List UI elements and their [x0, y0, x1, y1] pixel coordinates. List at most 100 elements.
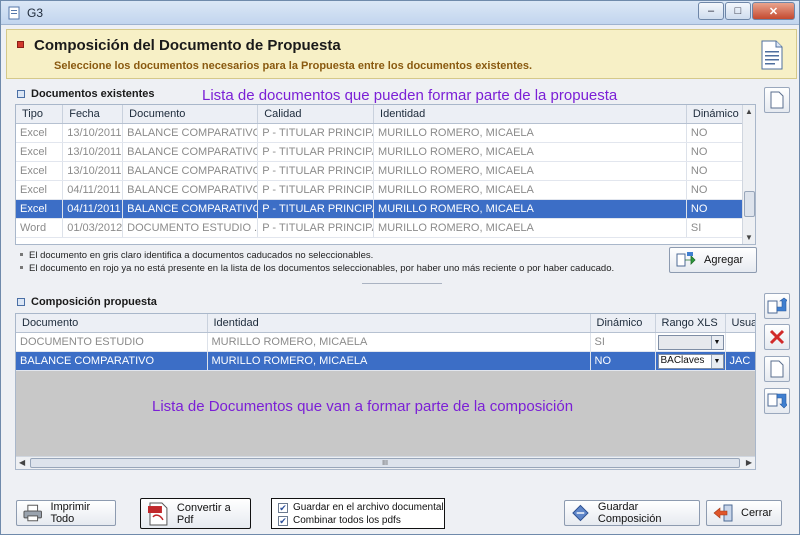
cell-fecha: 01/03/2012	[62, 218, 124, 238]
composition-title: Composición propuesta	[31, 296, 157, 308]
col-documento[interactable]: Documento	[122, 105, 259, 124]
close-button[interactable]: Cerrar	[706, 500, 782, 526]
col-rango-xls[interactable]: Rango XLS	[655, 314, 726, 333]
scroll-left-icon[interactable]: ◀	[19, 458, 25, 467]
header-bullet-icon	[17, 41, 24, 48]
cell-identidad: MURILLO ROMERO, MICAELA	[373, 218, 687, 238]
existing-vertical-scrollbar[interactable]: ▲ ▼	[742, 105, 755, 244]
col-tipo[interactable]: Tipo	[16, 105, 64, 124]
cell-tipo: Excel	[16, 123, 64, 143]
note-text: El documento en gris claro identifica a …	[29, 250, 374, 261]
cell-rango: BAClaves ▼	[655, 351, 726, 371]
table-header-row: Tipo Fecha Documento Calidad Identidad D…	[16, 105, 756, 124]
cell-documento: BALANCE COMPARATIVO...	[122, 142, 259, 162]
existing-docs-title: Documentos existentes	[31, 88, 155, 100]
cell-calidad: P - TITULAR PRINCIPAL	[257, 123, 375, 143]
checkmark-icon: ✔	[278, 515, 288, 526]
save-archive-checkbox[interactable]: ✔ Guardar en el archivo documental	[278, 502, 444, 513]
existing-docs-table: Tipo Fecha Documento Calidad Identidad D…	[16, 105, 756, 238]
scroll-thumb[interactable]: III	[30, 458, 740, 468]
convert-pdf-label: Convertir a Pdf	[176, 501, 231, 526]
composition-horizontal-scrollbar[interactable]: ◀ III ▶	[16, 456, 755, 469]
composition-grid[interactable]: Documento Identidad Dinámico Rango XLS U…	[15, 313, 756, 470]
bullet-icon	[20, 253, 23, 256]
cell-tipo: Excel	[16, 180, 64, 200]
convert-pdf-button[interactable]: Convertir a Pdf	[140, 498, 251, 529]
cell-identidad: MURILLO ROMERO, MICAELA	[373, 199, 687, 219]
rango-select[interactable]: ▼	[657, 334, 724, 350]
section-square-icon	[17, 90, 25, 98]
minimize-button[interactable]: –	[698, 2, 724, 20]
cell-identidad: MURILLO ROMERO, MICAELA	[373, 161, 687, 181]
cell-tipo: Excel	[16, 161, 64, 181]
table-row[interactable]: Excel 13/10/2011 BALANCE COMPARATIVO... P -…	[16, 123, 756, 143]
cell-fecha: 13/10/2011	[62, 161, 124, 181]
save-composition-button[interactable]: Guardar Composición	[564, 500, 700, 526]
combine-pdfs-label: Combinar todos los pdfs	[293, 515, 401, 526]
chevron-down-icon: ▼	[710, 335, 723, 349]
col-fecha[interactable]: Fecha	[62, 105, 124, 124]
title-bar: G3 – □ ✕	[1, 1, 799, 25]
note-item: El documento en rojo ya no está presente…	[20, 262, 614, 275]
cell-documento: BALANCE COMPARATIVO...	[122, 180, 259, 200]
maximize-button[interactable]: □	[725, 2, 751, 20]
cell-tipo: Excel	[16, 142, 64, 162]
print-all-button[interactable]: Imprimir Todo	[16, 500, 116, 526]
section-square-icon	[17, 298, 25, 306]
table-row[interactable]: DOCUMENTO ESTUDIO MURILLO ROMERO, MICAEL…	[16, 332, 755, 352]
composition-annotation: Lista de Documentos que van a formar par…	[152, 398, 574, 415]
window-title: G3	[27, 6, 44, 20]
table-row[interactable]: Excel 13/10/2011 BALANCE COMPARATIVO... P -…	[16, 161, 756, 181]
chevron-down-icon: ▼	[710, 354, 723, 368]
cell-documento: BALANCE COMPARATIVO...	[122, 123, 259, 143]
view-document-button[interactable]	[764, 356, 790, 382]
col-identidad[interactable]: Identidad	[373, 105, 687, 124]
combine-pdfs-checkbox[interactable]: ✔ Combinar todos los pdfs	[278, 515, 401, 526]
composition-header: Composición propuesta	[17, 296, 157, 308]
scroll-up-icon[interactable]: ▲	[745, 107, 753, 116]
table-row[interactable]: Word 01/03/2012 DOCUMENTO ESTUDIO ... P - T…	[16, 218, 756, 238]
delete-x-icon	[769, 329, 785, 345]
scroll-right-icon[interactable]: ▶	[746, 458, 752, 467]
save-composition-label: Guardar Composición	[597, 501, 662, 525]
move-up-button[interactable]	[764, 293, 790, 319]
cell-usuario	[725, 332, 755, 352]
existing-docs-grid[interactable]: Tipo Fecha Documento Calidad Identidad D…	[15, 104, 756, 245]
cell-fecha: 04/11/2011	[62, 199, 124, 219]
close-window-button[interactable]: ✕	[752, 2, 795, 20]
new-document-button[interactable]	[764, 87, 790, 113]
page-title: Composición del Documento de Propuesta	[34, 37, 341, 54]
cell-documento: BALANCE COMPARATIVO...	[122, 199, 259, 219]
table-row[interactable]: Excel 04/11/2011 BALANCE COMPARATIVO... P -…	[16, 180, 756, 200]
cell-fecha: 13/10/2011	[62, 142, 124, 162]
col-documento[interactable]: Documento	[16, 314, 208, 333]
blank-page-icon	[770, 360, 784, 378]
printer-icon	[23, 504, 42, 522]
rango-select[interactable]: BAClaves ▼	[657, 353, 724, 369]
col-dinamico[interactable]: Dinámico	[590, 314, 656, 333]
close-label: Cerrar	[741, 507, 773, 519]
col-calidad[interactable]: Calidad	[257, 105, 375, 124]
legend-notes: El documento en gris claro identifica a …	[20, 249, 614, 275]
table-row-selected[interactable]: BALANCE COMPARATIVO MURILLO ROMERO, MICA…	[16, 351, 755, 371]
print-all-label: Imprimir Todo	[50, 501, 91, 525]
cell-documento: DOCUMENTO ESTUDIO ...	[122, 218, 259, 238]
col-usuario[interactable]: Usuari	[725, 314, 755, 333]
existing-docs-header: Documentos existentes	[17, 88, 154, 100]
add-button[interactable]: Agregar	[669, 247, 757, 273]
remove-button[interactable]	[764, 324, 790, 350]
scroll-down-icon[interactable]: ▼	[745, 233, 753, 242]
pdf-options-group: ✔ Guardar en el archivo documental ✔ Combi…	[271, 498, 445, 529]
table-row-selected[interactable]: Excel 04/11/2011 BALANCE COMPARATIVO... P -…	[16, 199, 756, 219]
composition-table: Documento Identidad Dinámico Rango XLS U…	[16, 314, 755, 371]
table-row[interactable]: Excel 13/10/2011 BALANCE COMPARATIVO... P -…	[16, 142, 756, 162]
cell-dinamico: NO	[590, 351, 656, 371]
move-down-icon	[767, 393, 787, 409]
move-down-button[interactable]	[764, 388, 790, 414]
cell-fecha: 04/11/2011	[62, 180, 124, 200]
splitter[interactable]	[362, 283, 442, 285]
scroll-thumb[interactable]	[744, 191, 755, 217]
col-identidad[interactable]: Identidad	[207, 314, 591, 333]
cell-calidad: P - TITULAR PRINCIPAL	[257, 142, 375, 162]
save-archive-label: Guardar en el archivo documental	[293, 502, 444, 513]
